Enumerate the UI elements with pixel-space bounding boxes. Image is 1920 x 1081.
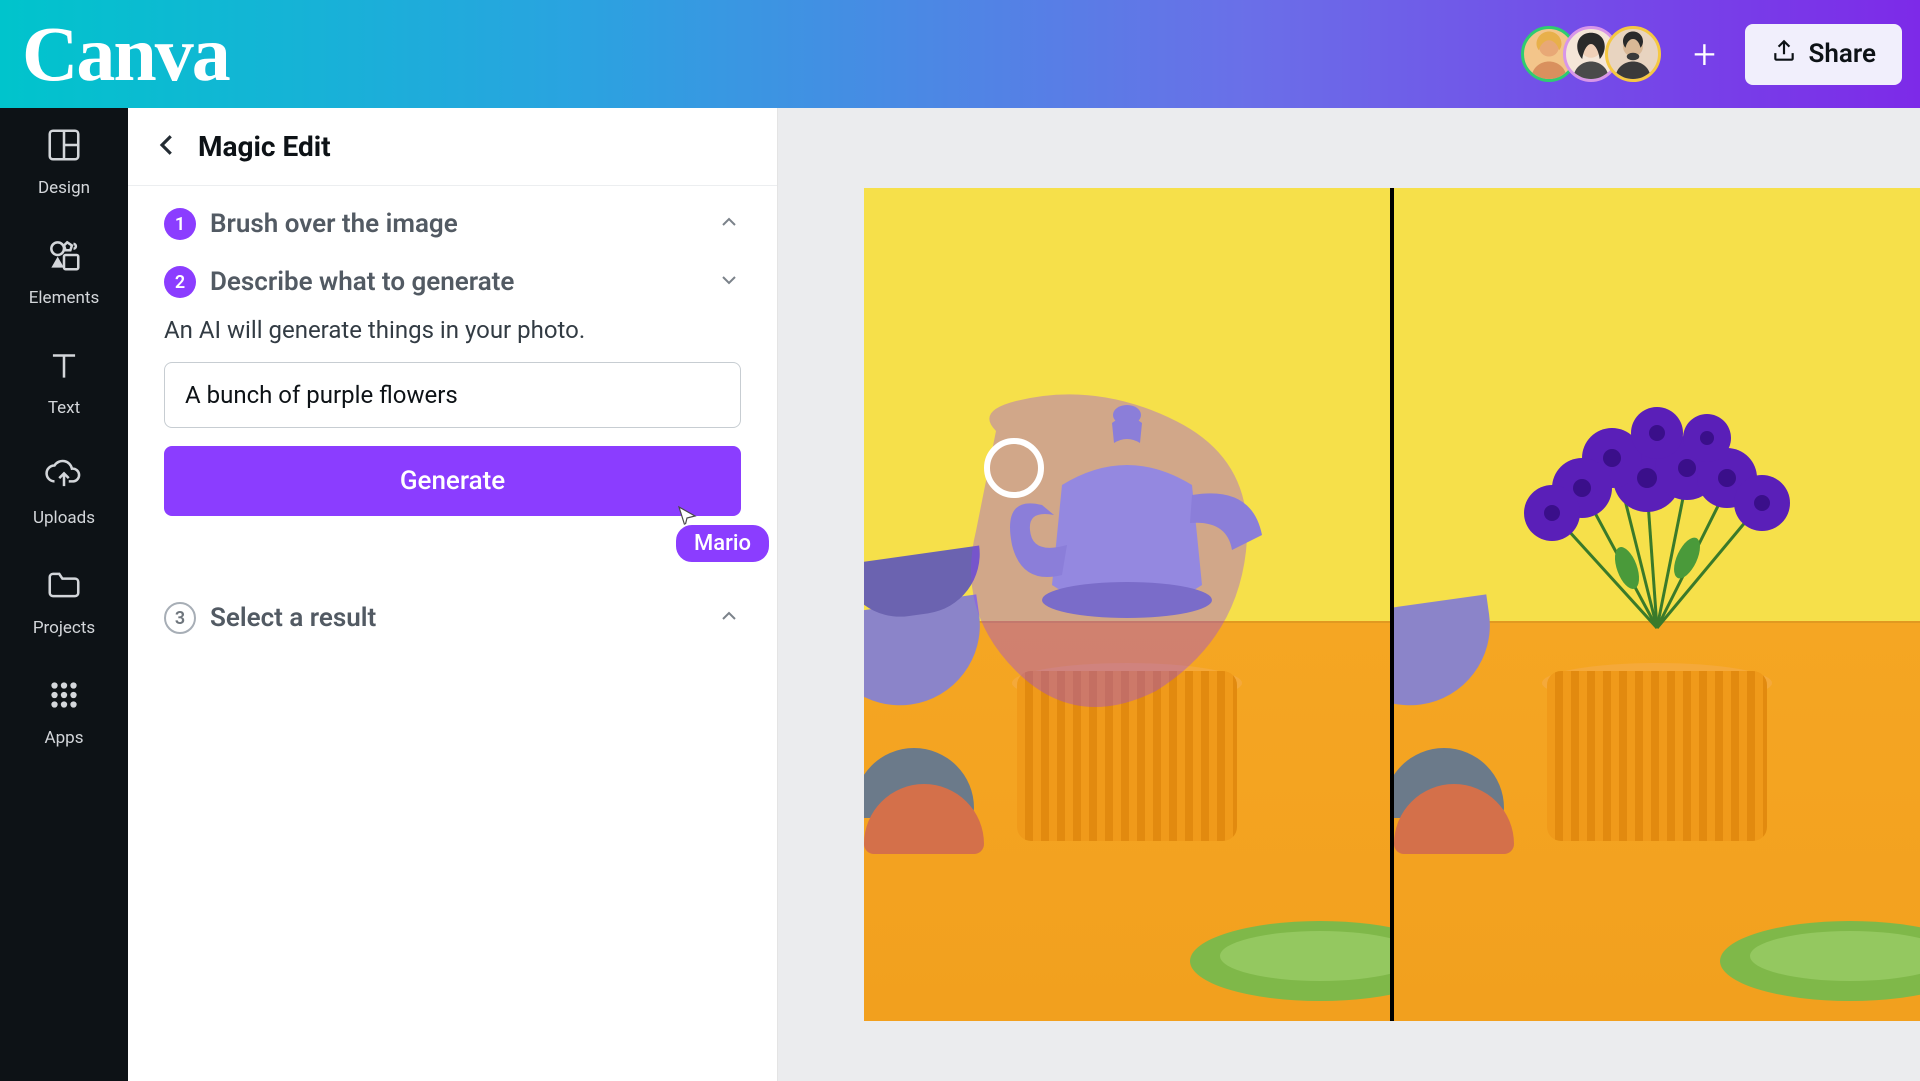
after-image — [1394, 188, 1920, 1021]
sidebar-item-uploads[interactable]: Uploads — [33, 456, 95, 528]
sidebar-item-label: Text — [48, 398, 80, 418]
chevron-up-icon — [717, 210, 741, 238]
step-description: An AI will generate things in your photo… — [164, 316, 741, 344]
panel-header: Magic Edit — [128, 108, 777, 186]
folder-icon — [45, 566, 83, 608]
back-button[interactable] — [152, 130, 182, 164]
step-header[interactable]: 2 Describe what to generate — [164, 266, 741, 298]
sidebar-item-label: Design — [38, 178, 90, 198]
step-brush: 1 Brush over the image — [164, 208, 741, 240]
magic-edit-panel: Magic Edit 1 Brush over the image 2 Desc… — [128, 108, 778, 1081]
generated-flowers — [1477, 288, 1837, 652]
text-icon — [45, 346, 83, 388]
canvas-image[interactable] — [864, 188, 1920, 1021]
step-number-badge: 2 — [164, 266, 196, 298]
step-describe: 2 Describe what to generate An AI will g… — [164, 266, 741, 516]
sidebar-item-design[interactable]: Design — [38, 126, 90, 198]
cloud-upload-icon — [45, 456, 83, 498]
sidebar-item-elements[interactable]: Elements — [29, 236, 99, 308]
step-title: Select a result — [210, 603, 703, 633]
before-image — [864, 188, 1390, 1021]
generate-button[interactable]: Generate Mario — [164, 446, 741, 516]
left-sidebar: Design Elements Text Uploads Projects Ap… — [0, 108, 128, 1081]
sidebar-item-label: Projects — [33, 618, 95, 638]
share-icon — [1771, 38, 1797, 71]
step-number-badge: 3 — [164, 602, 196, 634]
top-header: Canva + Share — [0, 0, 1920, 108]
grid-icon — [45, 676, 83, 718]
brush-cursor — [984, 438, 1044, 498]
sidebar-item-apps[interactable]: Apps — [45, 676, 84, 748]
sidebar-item-label: Elements — [29, 288, 99, 308]
generate-label: Generate — [400, 466, 505, 496]
canvas-area[interactable] — [778, 108, 1920, 1081]
shapes-icon — [45, 236, 83, 278]
share-label: Share — [1809, 39, 1876, 69]
share-button[interactable]: Share — [1745, 24, 1902, 85]
step-title: Brush over the image — [210, 209, 703, 239]
canva-logo[interactable]: Canva — [18, 9, 229, 99]
chevron-down-icon — [717, 268, 741, 296]
step-header[interactable]: 1 Brush over the image — [164, 208, 741, 240]
prompt-input[interactable] — [164, 362, 741, 428]
collaborator-avatars[interactable] — [1521, 26, 1661, 82]
add-collaborator-button[interactable]: + — [1683, 32, 1727, 76]
sidebar-item-text[interactable]: Text — [45, 346, 83, 418]
layout-icon — [45, 126, 83, 168]
collaborator-cursor-label: Mario — [674, 523, 771, 564]
step-title: Describe what to generate — [210, 267, 703, 297]
sidebar-item-label: Uploads — [33, 508, 95, 528]
step-header[interactable]: 3 Select a result — [164, 602, 741, 634]
step-select-result: 3 Select a result — [164, 602, 741, 634]
panel-title: Magic Edit — [198, 130, 331, 163]
sidebar-item-label: Apps — [45, 728, 84, 748]
sidebar-item-projects[interactable]: Projects — [33, 566, 95, 638]
chevron-up-icon — [717, 604, 741, 632]
avatar[interactable] — [1605, 26, 1661, 82]
step-number-badge: 1 — [164, 208, 196, 240]
